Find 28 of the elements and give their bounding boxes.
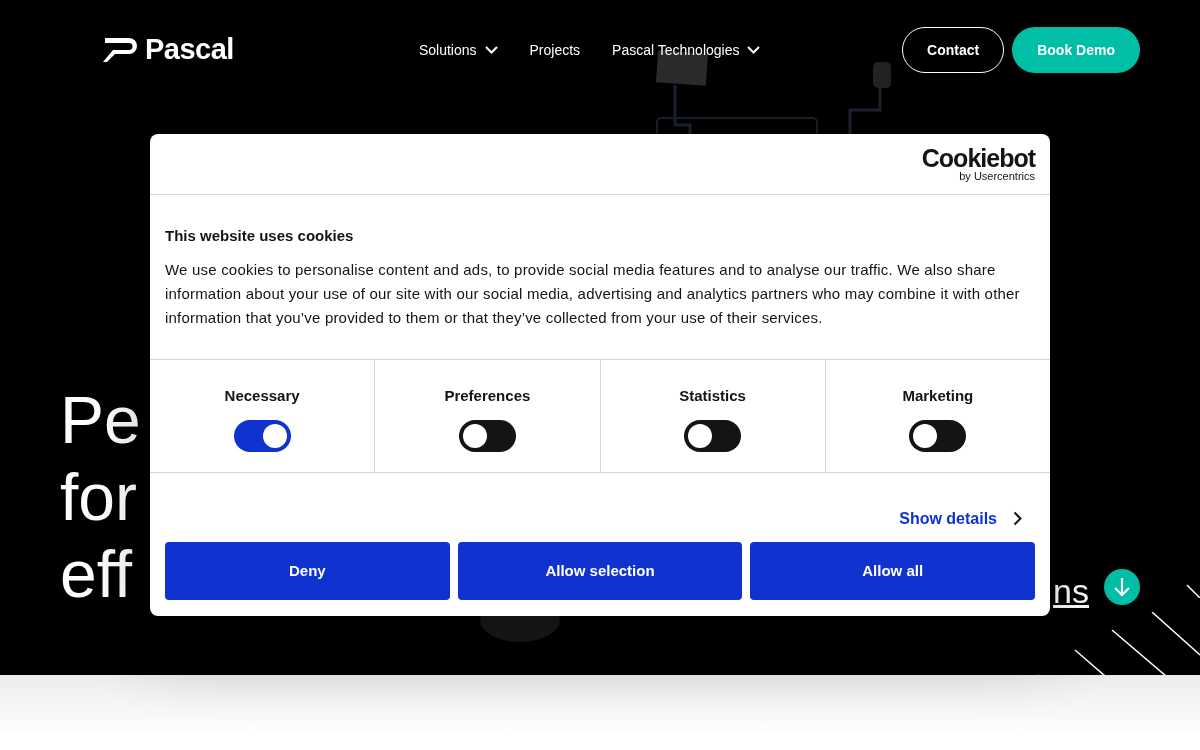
category-label: Necessary	[224, 386, 300, 406]
chevron-right-icon	[1013, 511, 1022, 526]
category-label: Preferences	[444, 386, 531, 406]
toggle-switch[interactable]	[684, 419, 742, 452]
allow-selection-button[interactable]: Allow selection	[457, 542, 743, 600]
nav-link[interactable]: Solutions	[418, 39, 498, 61]
toggle-switch[interactable]	[458, 419, 516, 452]
headline-line: for	[60, 459, 138, 536]
brand-subtitle: by Usercentrics	[958, 171, 1035, 182]
toggle-switch[interactable]	[909, 419, 967, 452]
headline-line: Pe	[60, 382, 141, 459]
arrow-down-icon	[1113, 577, 1131, 597]
toggle-switch[interactable]	[233, 419, 291, 452]
hero-link[interactable]: ns	[1053, 566, 1089, 617]
category-label: Marketing	[902, 386, 974, 406]
dialog-title: This website uses cookies	[165, 226, 355, 246]
category-label: Statistics	[679, 386, 746, 406]
deny-button[interactable]: Deny	[165, 542, 450, 600]
brand-logo-text: Cookiebot	[921, 146, 1035, 171]
allow-all-button[interactable]: Allow all	[750, 542, 1035, 600]
nav-link[interactable]: Pascal Technologies	[612, 39, 761, 61]
diagonal-line	[1186, 584, 1200, 598]
headline-line: eff	[60, 536, 133, 613]
scroll-down-button[interactable]	[1104, 569, 1140, 605]
logo-text[interactable]: Pascal	[145, 28, 234, 72]
show-details-link[interactable]: Show details	[899, 495, 1022, 542]
dialog-text: We use cookies to personalise content and ads, to provide social media features and to analyse our traffic. We also share information about your use of our site with our social media, advertising and analytics partners who may combine it with other information that you’ve provided to them or that they’ve collected from your use of their services.	[165, 259, 1021, 328]
nav-link[interactable]: Projects	[529, 39, 581, 61]
